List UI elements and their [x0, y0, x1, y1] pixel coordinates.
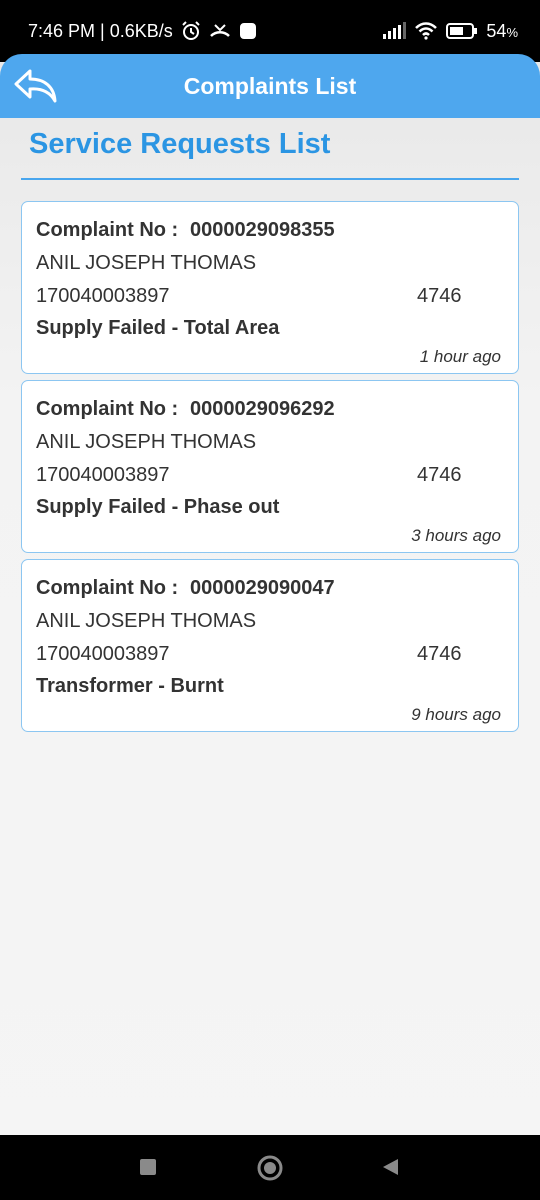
status-bar-right: 54% — [382, 21, 518, 42]
consumer-number: 170040003897 — [36, 643, 170, 665]
notification-icon — [239, 22, 257, 40]
status-time-speed: 7:46 PM | 0.6KB/s — [28, 20, 173, 41]
complaint-category: Transformer - Burnt — [36, 675, 224, 697]
consumer-number: 170040003897 — [36, 464, 170, 486]
status-bar: 7:46 PM | 0.6KB/s 54% — [0, 0, 540, 62]
section-code: 4746 — [417, 285, 462, 307]
recents-button[interactable] — [138, 1157, 158, 1182]
missed-call-icon — [209, 22, 231, 40]
circle-icon — [257, 1155, 283, 1181]
battery-unit: % — [506, 24, 518, 40]
home-button[interactable] — [256, 1154, 284, 1187]
square-icon — [140, 1159, 156, 1175]
section-code: 4746 — [417, 643, 462, 665]
customer-name: ANIL JOSEPH THOMAS — [36, 610, 257, 632]
complaint-card[interactable]: Complaint No : 0000029090047 ANIL JOSEPH… — [21, 559, 519, 732]
complaint-no-label: Complaint No : — [36, 577, 179, 599]
consumer-number: 170040003897 — [36, 285, 170, 307]
wifi-icon — [414, 22, 438, 40]
back-arrow-icon — [14, 69, 57, 103]
complaint-number: 0000029098355 — [190, 219, 335, 241]
complaint-no-label: Complaint No : — [36, 219, 179, 241]
complaint-time: 1 hour ago — [419, 347, 501, 366]
complaint-card[interactable]: Complaint No : 0000029098355 ANIL JOSEPH… — [21, 201, 519, 374]
status-bar-left: 7:46 PM | 0.6KB/s — [28, 21, 257, 42]
section-divider — [21, 178, 519, 180]
system-nav-bar — [0, 1135, 540, 1200]
alarm-icon — [181, 21, 201, 41]
app-header: Complaints List — [0, 54, 540, 118]
triangle-icon — [383, 1159, 398, 1175]
complaint-number: 0000029090047 — [190, 577, 335, 599]
battery-icon — [446, 22, 478, 40]
battery-percent: 54% — [486, 21, 518, 42]
signal-icon — [382, 22, 407, 40]
complaint-category: Supply Failed - Total Area — [36, 317, 280, 339]
complaint-time: 9 hours ago — [411, 705, 501, 724]
page-title: Complaints List — [183, 72, 357, 99]
back-nav-button[interactable] — [380, 1157, 400, 1182]
customer-name: ANIL JOSEPH THOMAS — [36, 252, 257, 274]
battery-level: 54 — [486, 20, 507, 41]
section-title: Service Requests List — [29, 128, 331, 160]
complaint-category: Supply Failed - Phase out — [36, 496, 280, 518]
complaint-number: 0000029096292 — [190, 398, 335, 420]
section-code: 4746 — [417, 464, 462, 486]
complaint-no-label: Complaint No : — [36, 398, 179, 420]
complaint-card[interactable]: Complaint No : 0000029096292 ANIL JOSEPH… — [21, 380, 519, 553]
complaint-time: 3 hours ago — [411, 526, 501, 545]
screen: 7:46 PM | 0.6KB/s 54% Complaints List Se… — [0, 0, 540, 1200]
back-button[interactable] — [10, 64, 60, 108]
customer-name: ANIL JOSEPH THOMAS — [36, 431, 257, 453]
